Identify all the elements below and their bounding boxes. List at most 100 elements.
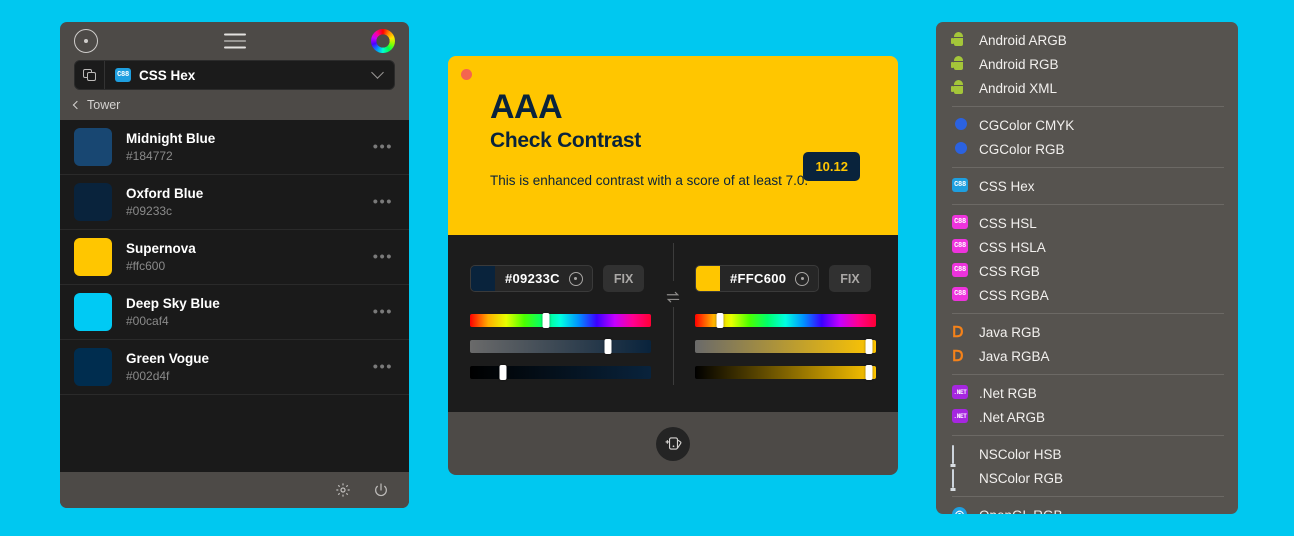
breadcrumb[interactable]: Tower [60, 90, 409, 120]
color-swatch[interactable] [74, 238, 112, 276]
menu-item-css-rgb[interactable]: C88 CSS RGB [936, 259, 1238, 283]
android-icon [950, 80, 968, 96]
chevron-left-icon [72, 100, 82, 110]
foreground-sliders[interactable] [470, 313, 651, 380]
left-panel-titlebar [60, 22, 409, 60]
row-overflow-menu[interactable]: ••• [373, 140, 393, 155]
menu-item-label: .Net ARGB [979, 409, 1046, 425]
close-icon[interactable] [461, 69, 472, 80]
menu-item-android-xml[interactable]: Android XML [936, 76, 1238, 100]
menu-item-label: OpenGL RGB [979, 508, 1063, 515]
foreground-hex-row: #09233C FIX [470, 265, 651, 292]
css-icon: C88 [952, 215, 968, 231]
format-selector[interactable]: C88 CSS Hex [74, 60, 395, 90]
list-item[interactable]: Deep Sky Blue #00caf4 ••• [60, 285, 409, 340]
list-item[interactable]: Green Vogue #002d4f ••• [60, 340, 409, 395]
background-swatch[interactable] [696, 266, 720, 291]
power-icon[interactable] [373, 482, 389, 498]
slider-brightness[interactable] [470, 365, 651, 380]
foreground-fix-button[interactable]: FIX [602, 265, 645, 292]
background-hex-value[interactable]: #FFC600 [720, 271, 795, 286]
gear-icon[interactable] [335, 482, 351, 498]
menu-item-css-rgba[interactable]: C88 CSS RGBA [936, 283, 1238, 307]
add-palette-icon[interactable] [656, 426, 690, 461]
chevron-down-icon[interactable] [371, 65, 384, 79]
slider-thumb[interactable] [604, 339, 612, 354]
color-list[interactable]: Midnight Blue #184772 ••• Oxford Blue #09233… [60, 120, 409, 472]
slider-saturation[interactable] [695, 339, 876, 354]
menu-item-label: Java RGBA [979, 348, 1050, 364]
menu-divider [952, 313, 1224, 314]
menu-item-css-hex[interactable]: C88 CSS Hex [936, 174, 1238, 198]
slider-thumb[interactable] [499, 365, 507, 380]
menu-item-cgcolor-cmyk[interactable]: CGColor CMYK [936, 113, 1238, 137]
list-item[interactable]: Supernova #ffc600 ••• [60, 230, 409, 285]
css-icon: C88 [952, 263, 968, 279]
eyedropper-icon[interactable] [795, 271, 810, 286]
menu-item-android-rgb[interactable]: Android RGB [936, 52, 1238, 76]
color-swatch[interactable] [74, 348, 112, 386]
row-overflow-menu[interactable]: ••• [373, 360, 393, 375]
list-item[interactable]: Midnight Blue #184772 ••• [60, 120, 409, 175]
color-swatch[interactable] [74, 183, 112, 221]
menu-item-css-hsla[interactable]: C88 CSS HSLA [936, 235, 1238, 259]
menu-item-nscolor-rgb[interactable]: NSColor RGB [936, 466, 1238, 490]
background-sliders[interactable] [695, 313, 876, 380]
menu-item-label: CGColor RGB [979, 141, 1065, 157]
android-icon [950, 56, 968, 72]
center-panel-footer [448, 412, 898, 475]
format-dropdown-menu[interactable]: Android ARGB Android RGB Android XML CGColo… [936, 22, 1238, 514]
background-fix-button[interactable]: FIX [829, 265, 871, 292]
nscolor-icon [952, 469, 968, 488]
breadcrumb-label: Tower [87, 98, 121, 112]
slider-thumb[interactable] [542, 313, 550, 328]
hamburger-icon[interactable] [223, 33, 246, 49]
slider-hue[interactable] [470, 313, 651, 328]
menu-item-java-rgba[interactable]: Ⅾ Java RGBA [936, 344, 1238, 368]
foreground-swatch[interactable] [471, 266, 495, 291]
list-item[interactable]: Oxford Blue #09233c ••• [60, 175, 409, 230]
menu-divider [952, 106, 1224, 107]
copy-icon[interactable] [75, 61, 105, 89]
color-list-window: C88 CSS Hex Tower Midnight Blue #184772 ••… [60, 22, 409, 508]
slider-brightness[interactable] [695, 365, 876, 380]
contrast-rating: AAA [490, 88, 563, 126]
menu-item-java-rgb[interactable]: Ⅾ Java RGB [936, 320, 1238, 344]
menu-item-opengl-rgb[interactable]: ◎ OpenGL RGB [936, 503, 1238, 514]
menu-divider [952, 204, 1224, 205]
slider-thumb[interactable] [716, 313, 724, 328]
menu-item-net-argb[interactable]: .NET .Net ARGB [936, 405, 1238, 429]
menu-divider [952, 435, 1224, 436]
slider-saturation[interactable] [470, 339, 651, 354]
foreground-hex-value[interactable]: #09233C [495, 271, 569, 286]
row-overflow-menu[interactable]: ••• [373, 250, 393, 265]
color-swatch[interactable] [74, 128, 112, 166]
menu-item-nscolor-hsb[interactable]: NSColor HSB [936, 442, 1238, 466]
menu-item-label: Android ARGB [979, 32, 1067, 48]
color-wheel-icon[interactable] [371, 29, 395, 53]
foreground-hex-field[interactable]: #09233C [470, 265, 593, 292]
menu-item-label: CSS RGBA [979, 287, 1049, 303]
row-overflow-menu[interactable]: ••• [373, 195, 393, 210]
background-hex-field[interactable]: #FFC600 [695, 265, 820, 292]
target-icon[interactable] [74, 29, 98, 53]
dotnet-icon: .NET [952, 409, 968, 425]
row-overflow-menu[interactable]: ••• [373, 305, 393, 320]
menu-item-css-hsl[interactable]: C88 CSS HSL [936, 211, 1238, 235]
color-name: Supernova [126, 241, 196, 256]
slider-hue[interactable] [695, 313, 876, 328]
menu-item-android-argb[interactable]: Android ARGB [936, 28, 1238, 52]
color-swatch[interactable] [74, 293, 112, 331]
eyedropper-icon[interactable] [568, 271, 583, 286]
css-icon: C88 [952, 287, 968, 303]
menu-item-net-rgb[interactable]: .NET .Net RGB [936, 381, 1238, 405]
menu-item-cgcolor-rgb[interactable]: CGColor RGB [936, 137, 1238, 161]
menu-item-label: Android RGB [979, 56, 1059, 72]
swap-arrows-icon[interactable] [666, 290, 681, 303]
java-icon: Ⅾ [952, 348, 964, 365]
status-badge: 10.12 [803, 152, 860, 181]
contrast-checker-window: AAA Check Contrast This is enhanced cont… [448, 56, 898, 475]
format-selector-label: CSS Hex [139, 67, 196, 83]
slider-thumb[interactable] [865, 365, 873, 380]
slider-thumb[interactable] [865, 339, 873, 354]
